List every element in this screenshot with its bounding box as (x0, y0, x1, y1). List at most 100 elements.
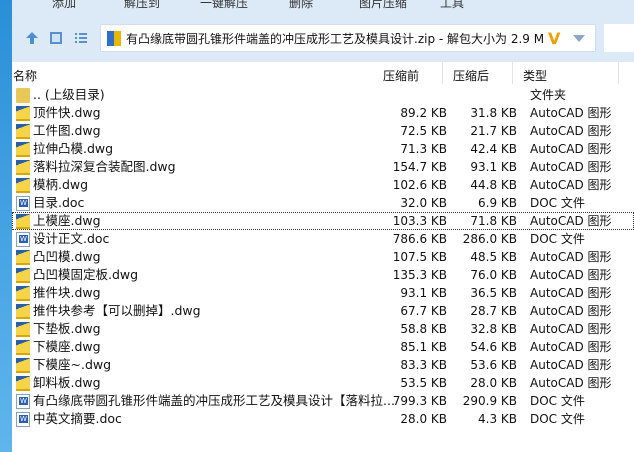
file-name: 工件图.dwg (33, 123, 101, 138)
autocad-file-icon (16, 160, 30, 175)
size-after: 76.0 KB (470, 268, 517, 282)
column-before[interactable]: 压缩前 (383, 67, 419, 84)
file-name: 模柄.dwg (33, 177, 89, 192)
toolbar-image-compress[interactable]: 图片压缩 (359, 0, 407, 11)
up-arrow-icon[interactable] (25, 31, 39, 45)
size-before: 28.0 KB (400, 412, 447, 426)
toolbar-add[interactable]: 添加 (52, 0, 76, 11)
size-before: 71.3 KB (400, 142, 447, 156)
size-after: 93.1 KB (470, 160, 517, 174)
file-type: AutoCAD 图形 (530, 214, 612, 228)
file-row[interactable]: 上模座.dwg 103.3 KB 71.8 KB AutoCAD 图形 (12, 212, 634, 230)
size-after: 28.7 KB (470, 304, 517, 318)
list-view-icon[interactable] (74, 31, 88, 45)
autocad-file-icon (16, 286, 30, 301)
autocad-file-icon (16, 340, 30, 355)
file-row[interactable]: .. (上级目录) 文件夹 (12, 86, 634, 104)
size-before: 107.5 KB (392, 250, 447, 264)
size-before: 799.3 KB (392, 394, 447, 408)
file-row[interactable]: 落料拉深复合装配图.dwg 154.7 KB 93.1 KB AutoCAD 图… (12, 158, 634, 176)
file-name: 上模座.dwg (33, 213, 101, 228)
search-input[interactable] (604, 24, 634, 52)
autocad-file-icon (16, 142, 30, 157)
address-text: 有凸缘底带圆孔锥形件端盖的冲压成形工艺及模具设计.zip - 解包大小为 2.9… (126, 31, 545, 46)
view-icon[interactable] (49, 31, 63, 45)
size-before: 72.5 KB (400, 124, 447, 138)
size-before: 154.7 KB (392, 160, 447, 174)
file-name: 推件块.dwg (33, 285, 101, 300)
size-before: 83.3 KB (400, 358, 447, 372)
file-name: 卸料板.dwg (33, 375, 101, 390)
file-row[interactable]: 下垫板.dwg 58.8 KB 32.8 KB AutoCAD 图形 (12, 320, 634, 338)
file-type: DOC 文件 (530, 196, 585, 210)
toolbar-tools[interactable]: 工具 (440, 0, 464, 11)
column-after[interactable]: 压缩后 (453, 67, 489, 84)
column-name[interactable]: 名称 (13, 67, 37, 84)
file-row[interactable]: 凸凹模固定板.dwg 135.3 KB 76.0 KB AutoCAD 图形 (12, 266, 634, 284)
file-row[interactable]: 推件块参考【可以删掉】.dwg 67.7 KB 28.7 KB AutoCAD … (12, 302, 634, 320)
column-type[interactable]: 类型 (523, 67, 547, 84)
file-row[interactable]: 凸凹模.dwg 107.5 KB 48.5 KB AutoCAD 图形 (12, 248, 634, 266)
file-name: 落料拉深复合装配图.dwg (33, 159, 176, 174)
autocad-file-icon (16, 304, 30, 319)
file-list: .. (上级目录) 文件夹 顶件快.dwg 89.2 KB 31.8 KB Au… (12, 86, 634, 428)
file-row[interactable]: 设计正文.doc 786.6 KB 286.0 KB DOC 文件 (12, 230, 634, 248)
file-row[interactable]: 拉伸凸模.dwg 71.3 KB 42.4 KB AutoCAD 图形 (12, 140, 634, 158)
file-row[interactable]: 工件图.dwg 72.5 KB 21.7 KB AutoCAD 图形 (12, 122, 634, 140)
size-after: 21.7 KB (470, 124, 517, 138)
file-name: 下垫板.dwg (33, 321, 101, 336)
nav-bar: 有凸缘底带圆孔锥形件端盖的冲压成形工艺及模具设计.zip - 解包大小为 2.9… (12, 23, 634, 53)
file-type: AutoCAD 图形 (530, 304, 612, 318)
checkmark-icon: V (548, 28, 561, 48)
toolbar-delete[interactable]: 删除 (289, 0, 313, 11)
size-after: 290.9 KB (462, 394, 517, 408)
file-name: 凸凹模.dwg (33, 249, 101, 264)
toolbar: 添加 解压到 一键解压 删除 图片压缩 工具 (12, 0, 634, 10)
file-type: AutoCAD 图形 (530, 286, 612, 300)
size-before: 89.2 KB (400, 106, 447, 120)
file-type: AutoCAD 图形 (530, 250, 612, 264)
file-type: AutoCAD 图形 (530, 178, 612, 192)
size-after: 36.5 KB (470, 286, 517, 300)
file-row[interactable]: 中英文摘要.doc 28.0 KB 4.3 KB DOC 文件 (12, 410, 634, 428)
file-row[interactable]: 有凸缘底带圆孔锥形件端盖的冲压成形工艺及模具设计【落料拉... 799.3 KB… (12, 392, 634, 410)
file-row[interactable]: 模柄.dwg 102.6 KB 44.8 KB AutoCAD 图形 (12, 176, 634, 194)
word-doc-icon (16, 232, 30, 247)
size-before: 32.0 KB (400, 196, 447, 210)
file-type: DOC 文件 (530, 412, 585, 426)
address-bar[interactable]: 有凸缘底带圆孔锥形件端盖的冲压成形工艺及模具设计.zip - 解包大小为 2.9… (100, 24, 596, 52)
toolbar-extract-to[interactable]: 解压到 (124, 0, 160, 11)
size-before: 67.7 KB (400, 304, 447, 318)
file-name: 推件块参考【可以删掉】.dwg (33, 303, 201, 318)
dropdown-arrow-icon[interactable] (573, 35, 585, 42)
size-after: 31.8 KB (470, 106, 517, 120)
file-row[interactable]: 顶件快.dwg 89.2 KB 31.8 KB AutoCAD 图形 (12, 104, 634, 122)
file-row[interactable]: 推件块.dwg 93.1 KB 36.5 KB AutoCAD 图形 (12, 284, 634, 302)
toolbar-one-click-extract[interactable]: 一键解压 (200, 0, 248, 11)
size-after: 286.0 KB (462, 232, 517, 246)
size-after: 48.5 KB (470, 250, 517, 264)
word-doc-icon (16, 196, 30, 211)
file-row[interactable]: 目录.doc 32.0 KB 6.9 KB DOC 文件 (12, 194, 634, 212)
autocad-file-icon (16, 358, 30, 373)
size-before: 58.8 KB (400, 322, 447, 336)
column-header: 名称 压缩前 压缩后 类型 (12, 62, 634, 84)
size-after: 32.8 KB (470, 322, 517, 336)
size-before: 53.5 KB (400, 376, 447, 390)
size-after: 4.3 KB (478, 412, 517, 426)
file-name: 有凸缘底带圆孔锥形件端盖的冲压成形工艺及模具设计【落料拉... (33, 393, 395, 408)
file-row[interactable]: 下模座.dwg 85.1 KB 54.6 KB AutoCAD 图形 (12, 338, 634, 356)
folder-icon (16, 88, 30, 103)
file-row[interactable]: 卸料板.dwg 53.5 KB 28.0 KB AutoCAD 图形 (12, 374, 634, 392)
file-type: AutoCAD 图形 (530, 160, 612, 174)
file-name: 设计正文.doc (33, 231, 110, 246)
size-before: 786.6 KB (392, 232, 447, 246)
file-type: 文件夹 (530, 88, 567, 102)
size-after: 6.9 KB (478, 196, 517, 210)
file-name: 中英文摘要.doc (33, 411, 122, 426)
size-after: 54.6 KB (470, 340, 517, 354)
size-after: 28.0 KB (470, 376, 517, 390)
file-row[interactable]: 下模座~.dwg 83.3 KB 53.6 KB AutoCAD 图形 (12, 356, 634, 374)
file-type: AutoCAD 图形 (530, 340, 612, 354)
size-before: 85.1 KB (400, 340, 447, 354)
